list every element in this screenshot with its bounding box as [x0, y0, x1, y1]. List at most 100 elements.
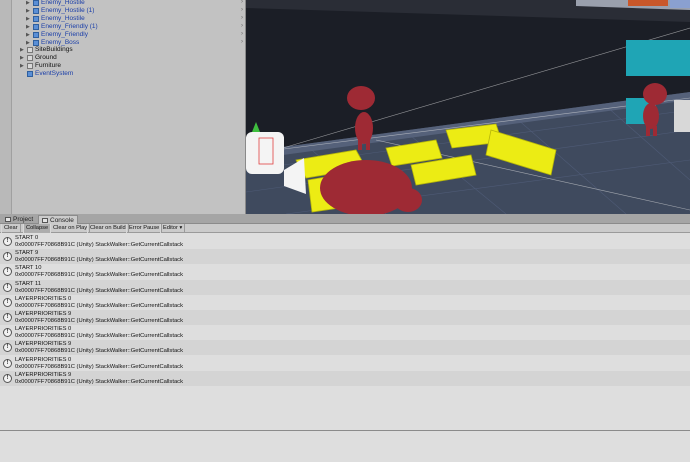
- fold-arrow-icon[interactable]: ▶: [26, 7, 32, 15]
- hierarchy-item-label: SiteBuildings: [35, 46, 73, 54]
- gameobject-icon: [27, 55, 33, 62]
- log-stacktrace: 0x00007FF70868B91C (Unity) StackWalker::…: [15, 363, 183, 370]
- log-stacktrace: 0x00007FF70868B91C (Unity) StackWalker::…: [15, 242, 183, 248]
- hierarchy-item[interactable]: ▶ Enemy_Hostile: [26, 15, 85, 23]
- log-entry[interactable]: ! LAYERPRIORITIES 9 0x00007FF70868B91C (Un…: [0, 370, 690, 386]
- expand-arrow-icon[interactable]: ›: [238, 7, 245, 13]
- log-stacktrace: 0x00007FF70868B91C (Unity) StackWalker::…: [15, 378, 183, 385]
- log-stacktrace: 0x00007FF70868B91C (Unity) StackWalker::…: [15, 287, 183, 294]
- clear-on-build-toggle[interactable]: Clear on Build: [87, 224, 129, 233]
- log-entry[interactable]: ! LAYERPRIORITIES 0 0x00007FF70868B91C (Un…: [0, 356, 690, 371]
- info-icon: !: [3, 343, 12, 353]
- info-icon: !: [3, 313, 12, 322]
- hierarchy-item-label: Furniture: [35, 62, 62, 70]
- log-stacktrace: 0x00007FF70868B91C (Unity) StackWalker::…: [15, 257, 183, 264]
- log-entry[interactable]: ! START 0 0x00007FF70868B91C (Unity) Stack…: [0, 234, 690, 249]
- log-entry[interactable]: ! START 10 0x00007FF70868B91C (Unity) Stac…: [0, 264, 690, 279]
- scene-blue-block: [670, 0, 690, 8]
- log-message: LAYERPRIORITIES 9: [15, 311, 72, 317]
- expand-arrow-icon[interactable]: ›: [238, 0, 245, 5]
- console-detail-pane: [0, 431, 690, 462]
- clear-button[interactable]: Clear: [1, 224, 21, 233]
- console-log-list: ! START 0 0x00007FF70868B91C (Unity) Stack…: [0, 233, 690, 430]
- hierarchy-item-label: Ground: [35, 54, 57, 62]
- hierarchy-item-label: Enemy_Boss: [41, 38, 80, 46]
- hierarchy-item-label: EventSystem: [35, 70, 74, 78]
- info-icon: !: [3, 297, 12, 307]
- fold-arrow-icon[interactable]: ▶: [26, 15, 32, 23]
- left-panel-strip: [0, 0, 12, 214]
- console-icon: [42, 217, 48, 223]
- log-message: START 9: [15, 250, 39, 257]
- log-stacktrace: 0x00007FF70868B91C (Unity) StackWalker::…: [15, 348, 183, 355]
- info-icon: !: [3, 252, 12, 262]
- editor-dropdown[interactable]: Editor ▾: [160, 224, 186, 233]
- fold-arrow-icon[interactable]: ▶: [20, 62, 26, 70]
- tab-project[interactable]: Project: [2, 215, 36, 224]
- chevron-down-icon: ▾: [179, 225, 183, 231]
- gameobject-icon: [33, 7, 39, 14]
- hierarchy-item[interactable]: ▶ Enemy_Boss: [26, 39, 79, 47]
- hierarchy-item-label: Enemy_Friendly (1): [41, 22, 98, 30]
- info-icon: !: [3, 237, 12, 246]
- scene-orange-block: [628, 0, 668, 6]
- info-icon: !: [3, 267, 12, 277]
- log-message: LAYERPRIORITIES 9: [15, 341, 72, 348]
- hierarchy-item[interactable]: ▶ Furniture: [20, 62, 61, 70]
- log-entry[interactable]: ! LAYERPRIORITIES 9 0x00007FF70868B91C (Un…: [0, 310, 690, 325]
- fold-arrow-icon[interactable]: ▶: [20, 46, 26, 54]
- info-icon: !: [3, 328, 12, 338]
- fold-arrow-icon[interactable]: ▶: [26, 31, 32, 39]
- log-message: LAYERPRIORITIES 0: [15, 356, 72, 363]
- scene-view[interactable]: [246, 0, 690, 214]
- log-entry[interactable]: ! START 9 0x00007FF70868B91C (Unity) Stack…: [0, 249, 690, 265]
- hierarchy-item-label: Enemy_Hostile: [41, 14, 85, 22]
- log-stacktrace: 0x00007FF70868B91C (Unity) StackWalker::…: [15, 333, 183, 340]
- log-message: START 0: [15, 235, 39, 241]
- hierarchy-item[interactable]: ▶ SiteBuildings: [20, 46, 73, 54]
- log-entry[interactable]: ! LAYERPRIORITIES 9 0x00007FF70868B91C (Un…: [0, 340, 690, 356]
- gameobject-icon: [33, 15, 39, 22]
- gameobject-icon: [33, 39, 39, 46]
- log-stacktrace: 0x00007FF70868B91C (Unity) StackWalker::…: [15, 318, 183, 324]
- tab-console[interactable]: Console: [38, 215, 78, 224]
- fold-arrow-icon[interactable]: ▶: [26, 23, 32, 31]
- log-message: LAYERPRIORITIES 0: [15, 295, 72, 302]
- expand-arrow-icon[interactable]: ›: [238, 23, 245, 29]
- scene-cyan-block: [626, 40, 690, 76]
- fold-arrow-icon[interactable]: ▶: [20, 54, 26, 62]
- log-stacktrace: 0x00007FF70868B91C (Unity) StackWalker::…: [15, 272, 183, 279]
- hierarchy-panel: ▶ Enemy_Hostile › ▶ Enemy_Hostile (1) › ▶ Enemy…: [12, 0, 246, 214]
- gameobject-icon: [27, 63, 33, 70]
- log-stacktrace: 0x00007FF70868B91C (Unity) StackWalker::…: [15, 302, 183, 309]
- expand-arrow-icon[interactable]: ›: [238, 15, 245, 21]
- info-icon: !: [3, 358, 12, 368]
- fold-arrow-icon[interactable]: ▶: [26, 39, 32, 47]
- hierarchy-item[interactable]: ▶ Enemy_Friendly: [26, 31, 88, 39]
- tab-project-label: Project: [13, 216, 34, 223]
- bottom-tab-bar: Project Console: [0, 214, 690, 224]
- clear-on-play-toggle[interactable]: Clear on Play: [50, 224, 91, 233]
- folder-icon: [5, 217, 11, 222]
- info-icon: !: [3, 282, 12, 292]
- gameobject-icon: [27, 47, 33, 54]
- console-toolbar: Clear Collapse Clear on Play Clear on Bu…: [0, 224, 690, 233]
- hierarchy-item[interactable]: EventSystem: [20, 70, 73, 78]
- error-pause-toggle[interactable]: Error Pause: [126, 224, 163, 233]
- hierarchy-item[interactable]: ▶ Enemy_Hostile (1): [26, 7, 94, 15]
- expand-arrow-icon[interactable]: ›: [238, 39, 245, 45]
- gameobject-icon: [33, 0, 39, 6]
- scene-viewport[interactable]: [246, 0, 690, 214]
- log-entry[interactable]: ! LAYERPRIORITIES 0 0x00007FF70868B91C (Un…: [0, 325, 690, 340]
- hierarchy-item[interactable]: ▶ Enemy_Friendly (1): [26, 23, 98, 31]
- hierarchy-item[interactable]: ▶ Ground: [20, 54, 57, 62]
- log-entry[interactable]: ! START 11 0x00007FF70868B91C (Unity) Stac…: [0, 279, 690, 295]
- scene-white-panel: [674, 100, 690, 132]
- log-message: LAYERPRIORITIES 9: [15, 371, 72, 378]
- expand-arrow-icon[interactable]: ›: [238, 31, 245, 37]
- collapse-toggle[interactable]: Collapse: [23, 224, 52, 233]
- info-icon: !: [3, 373, 12, 383]
- log-message: LAYERPRIORITIES 0: [15, 326, 72, 333]
- editor-dropdown-label: Editor: [163, 225, 178, 231]
- log-entry[interactable]: ! LAYERPRIORITIES 0 0x00007FF70868B91C (Un…: [0, 295, 690, 310]
